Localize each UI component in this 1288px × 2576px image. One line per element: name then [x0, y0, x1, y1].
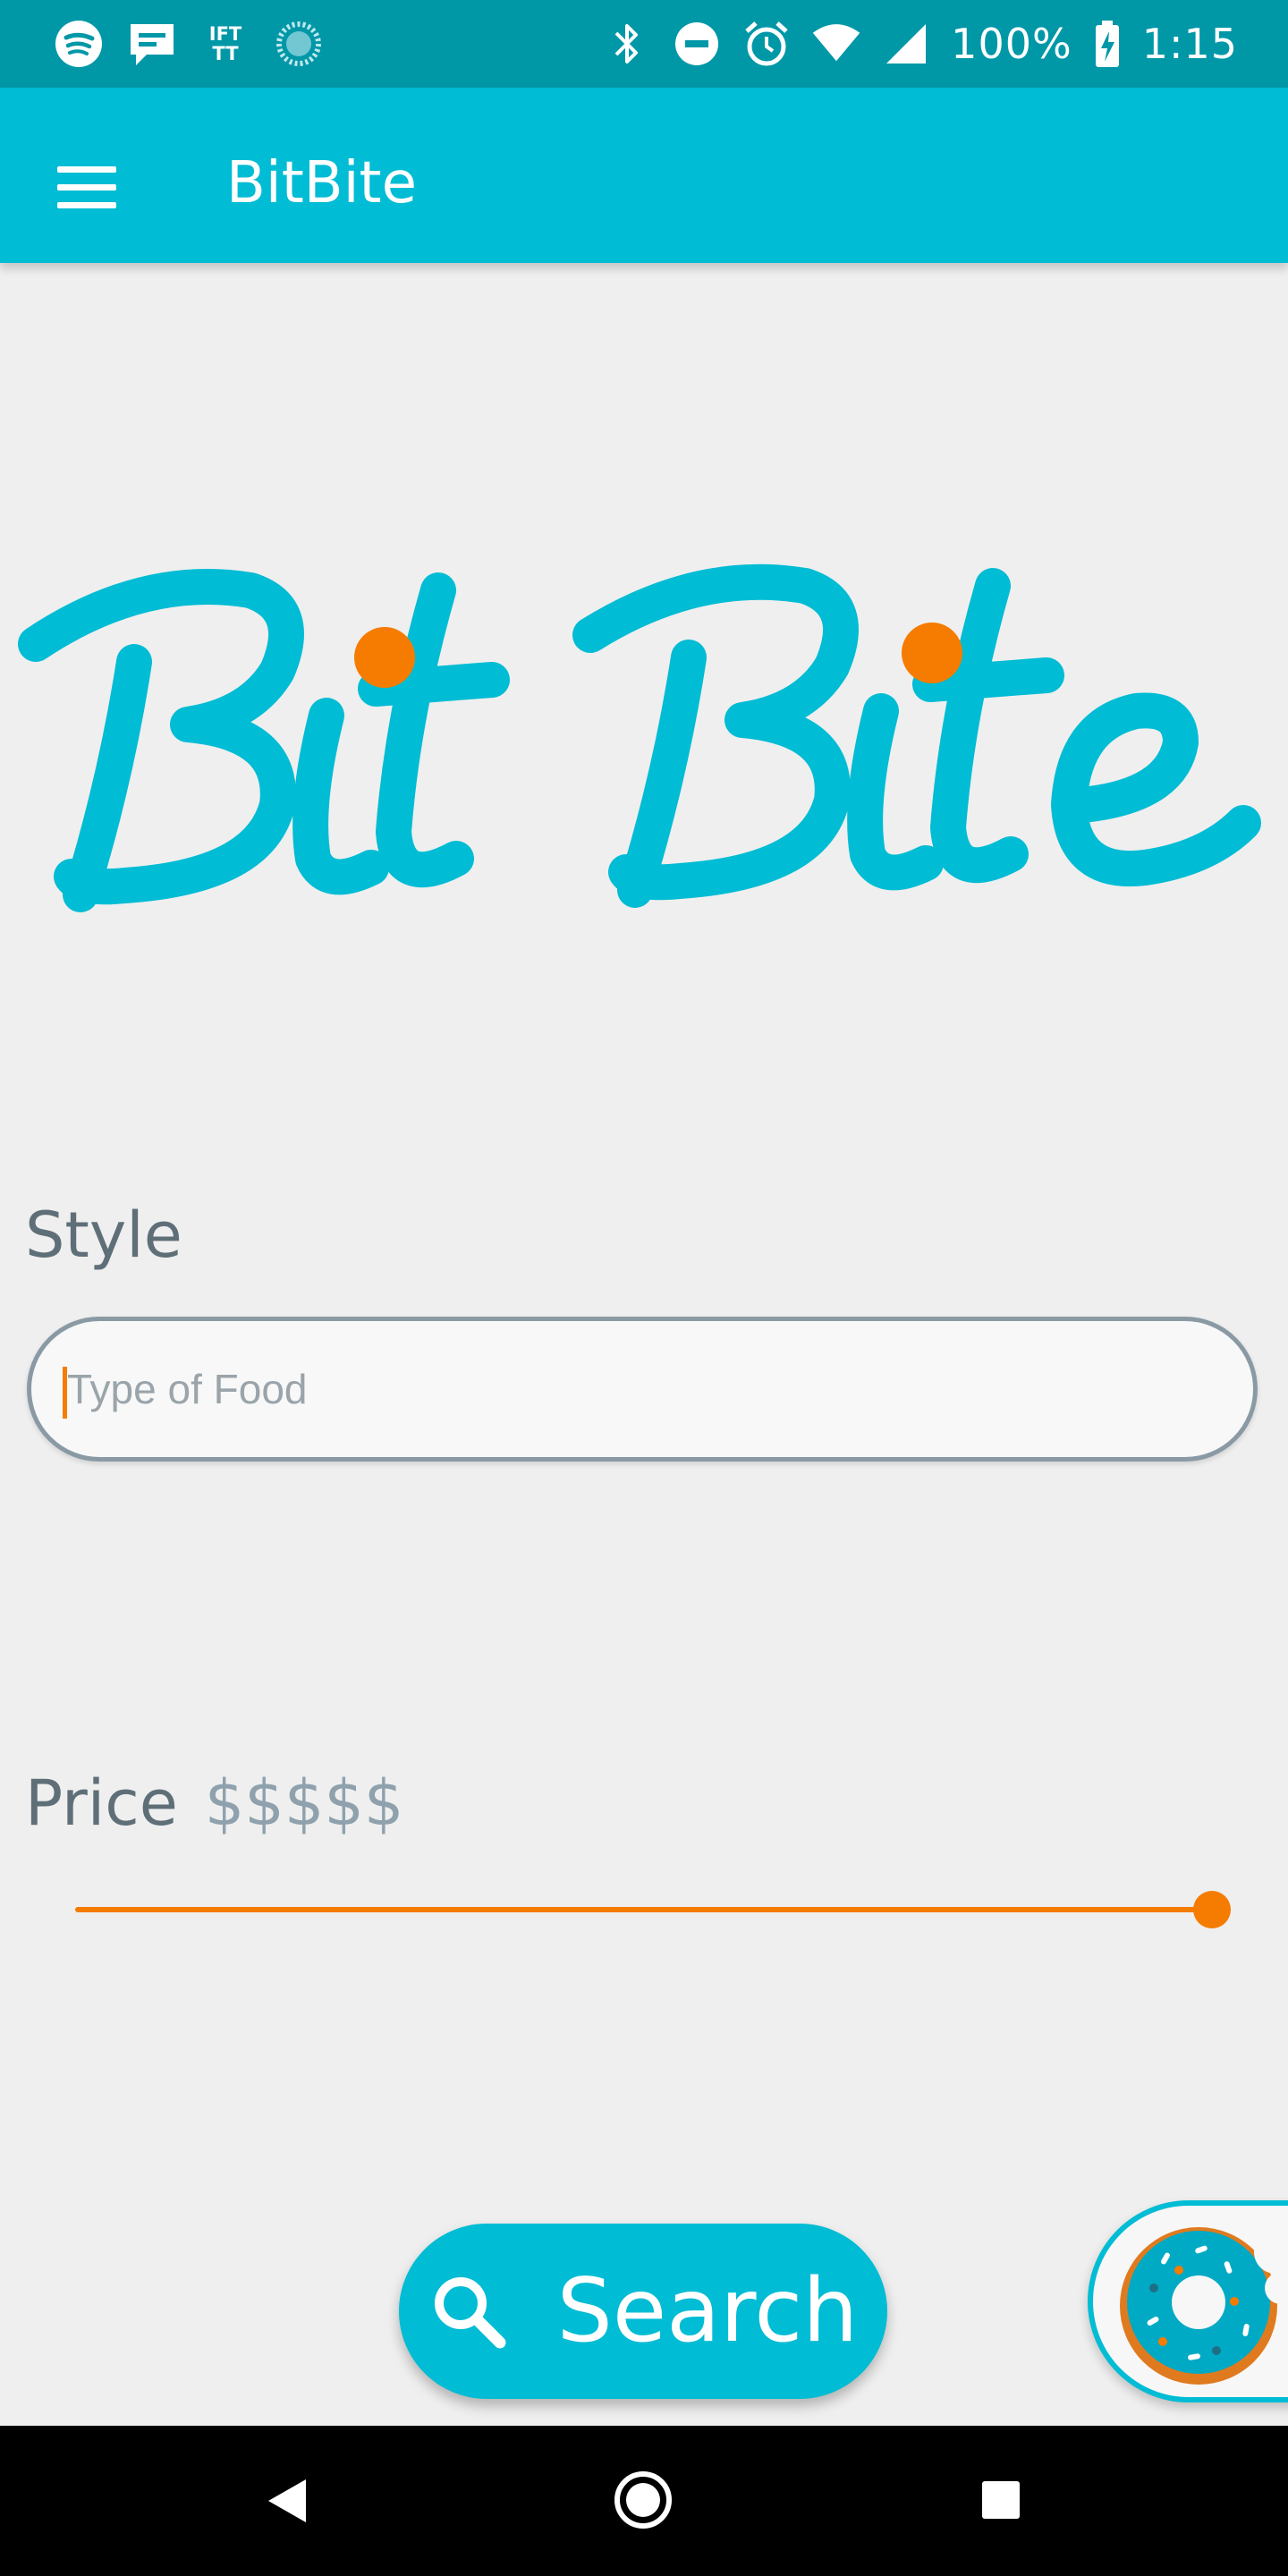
- style-input[interactable]: [27, 1317, 1258, 1462]
- price-slider-thumb[interactable]: [1193, 1891, 1231, 1928]
- search-icon: [434, 2277, 506, 2349]
- search-button-label: Search: [556, 2260, 859, 2362]
- notification-icons: IFTTT: [54, 18, 324, 70]
- donut-button[interactable]: [1088, 2200, 1288, 2402]
- clock: 1:15: [1141, 20, 1238, 68]
- spotify-icon: [54, 19, 104, 69]
- bitbite-logo: [18, 564, 1261, 912]
- loading-icon: [274, 19, 324, 69]
- battery-charging-icon: [1092, 19, 1123, 69]
- recents-icon[interactable]: [980, 2479, 1021, 2521]
- battery-percent: 100%: [951, 20, 1072, 68]
- alarm-icon: [741, 19, 792, 69]
- hamburger-menu-icon[interactable]: [57, 166, 118, 209]
- home-icon[interactable]: [612, 2469, 674, 2531]
- do-not-disturb-icon: [672, 19, 722, 69]
- wifi-icon: [811, 19, 861, 69]
- status-bar: IFTTT 100% 1:15: [0, 0, 1288, 88]
- cellular-icon: [881, 19, 931, 69]
- app-title: BitBite: [226, 150, 417, 216]
- donut-icon: [1120, 2227, 1288, 2385]
- bluetooth-icon: [602, 19, 652, 69]
- messages-icon: [127, 19, 177, 69]
- price-slider-track[interactable]: [75, 1907, 1211, 1912]
- price-label: Price: [25, 1767, 178, 1840]
- system-icons: 100% 1:15: [602, 18, 1238, 70]
- price-row: Price $$$$$: [25, 1767, 403, 1840]
- price-value: $$$$$: [204, 1767, 404, 1840]
- ifttt-label: IFTTT: [208, 23, 242, 64]
- app-bar: [0, 88, 1288, 263]
- search-button[interactable]: Search: [399, 2224, 887, 2399]
- back-icon[interactable]: [265, 2476, 309, 2526]
- navigation-bar: [0, 2426, 1288, 2576]
- style-label: Style: [25, 1199, 182, 1272]
- ifttt-icon: IFTTT: [200, 19, 250, 69]
- text-cursor: [63, 1367, 67, 1419]
